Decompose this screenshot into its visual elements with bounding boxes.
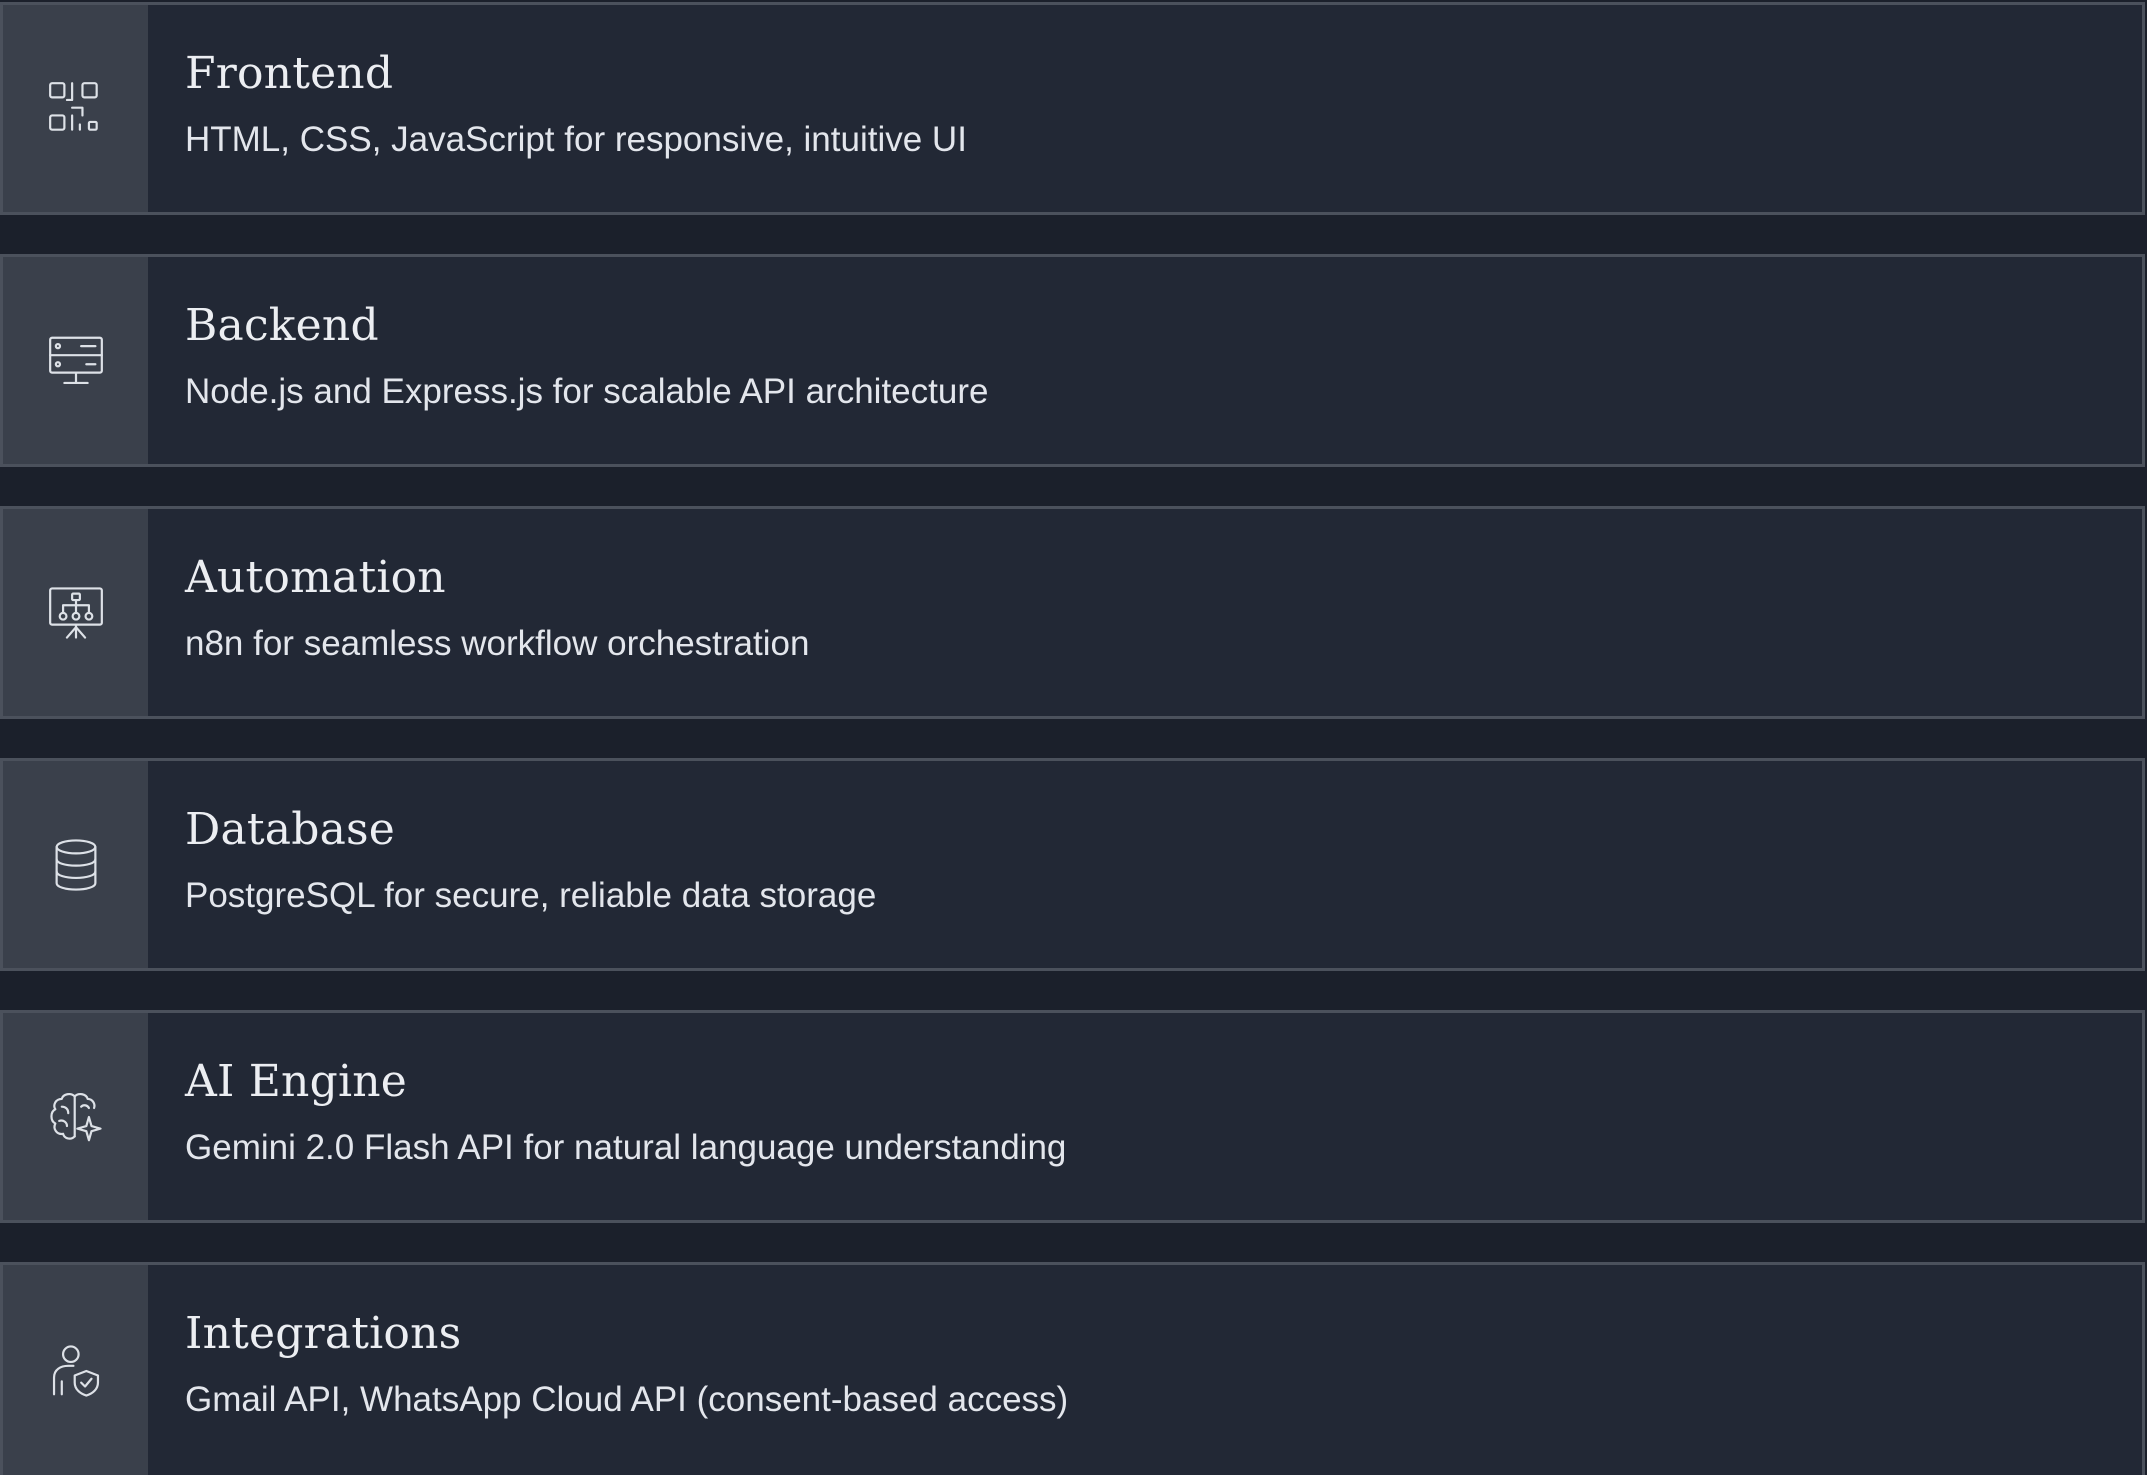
card-content: Automation n8n for seamless workflow orc…	[148, 509, 2142, 716]
card-icon-panel	[3, 509, 148, 716]
card-content: Database PostgreSQL for secure, reliable…	[148, 761, 2142, 968]
card-title: Automation	[185, 552, 446, 603]
card-icon-panel	[3, 257, 148, 464]
card-description: n8n for seamless workflow orchestration	[185, 624, 810, 663]
workflow-presentation-icon	[48, 586, 103, 639]
server-monitor-icon	[48, 336, 103, 384]
card-integrations: Integrations Gmail API, WhatsApp Cloud A…	[0, 1262, 2145, 1475]
card-description: Gmail API, WhatsApp Cloud API (consent-b…	[185, 1380, 1069, 1419]
card-icon-panel	[3, 761, 148, 968]
card-backend: Backend Node.js and Express.js for scala…	[0, 254, 2145, 467]
card-ai-engine: AI Engine Gemini 2.0 Flash API for natur…	[0, 1010, 2145, 1223]
user-shield-icon	[52, 1345, 99, 1397]
brain-sparkle-icon	[49, 1092, 102, 1141]
card-icon-panel	[3, 5, 148, 212]
card-description: PostgreSQL for secure, reliable data sto…	[185, 876, 877, 915]
qr-code-icon	[48, 81, 98, 131]
card-content: Integrations Gmail API, WhatsApp Cloud A…	[148, 1265, 2142, 1475]
card-title: Integrations	[185, 1308, 462, 1359]
card-title: AI Engine	[185, 1056, 408, 1107]
card-icon-panel	[3, 1265, 148, 1475]
card-automation: Automation n8n for seamless workflow orc…	[0, 506, 2145, 719]
card-description: HTML, CSS, JavaScript for responsive, in…	[185, 120, 967, 159]
card-content: Frontend HTML, CSS, JavaScript for respo…	[148, 5, 2142, 212]
card-icon-panel	[3, 1013, 148, 1220]
card-title: Frontend	[185, 48, 394, 99]
card-title: Backend	[185, 300, 379, 351]
card-content: AI Engine Gemini 2.0 Flash API for natur…	[148, 1013, 2142, 1220]
database-icon	[55, 838, 96, 891]
tech-stack-list: Frontend HTML, CSS, JavaScript for respo…	[0, 0, 2147, 1475]
card-description: Gemini 2.0 Flash API for natural languag…	[185, 1128, 1067, 1167]
card-content: Backend Node.js and Express.js for scala…	[148, 257, 2142, 464]
card-title: Database	[185, 804, 396, 855]
card-description: Node.js and Express.js for scalable API …	[185, 372, 989, 411]
card-database: Database PostgreSQL for secure, reliable…	[0, 758, 2145, 971]
card-frontend: Frontend HTML, CSS, JavaScript for respo…	[0, 2, 2145, 215]
